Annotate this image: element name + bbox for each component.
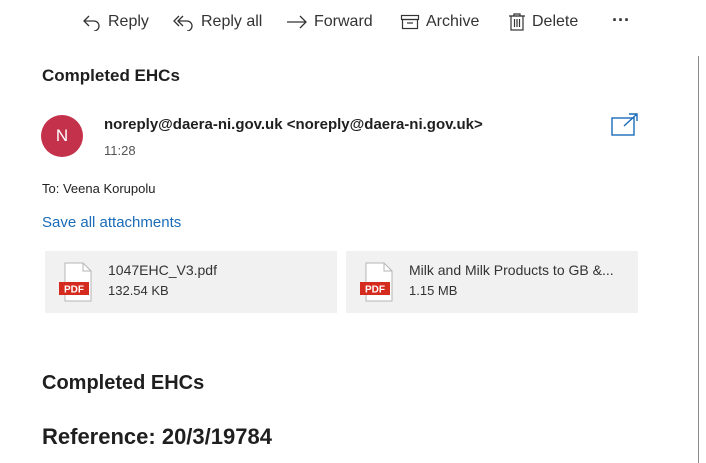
reply-label: Reply: [108, 13, 149, 30]
open-in-new-window-button[interactable]: [610, 113, 640, 142]
archive-icon: [400, 14, 420, 30]
reference-heading: Reference: 20/3/19784: [42, 424, 272, 449]
to-label: To:: [42, 181, 60, 196]
save-all-attachments-link[interactable]: Save all attachments: [42, 214, 181, 231]
forward-button[interactable]: Forward: [286, 10, 373, 34]
attachment-name: Milk and Milk Products to GB &...: [409, 262, 614, 278]
pdf-file-icon: PDF: [57, 262, 97, 307]
delete-label: Delete: [532, 13, 579, 30]
popout-icon: [611, 113, 638, 136]
body-heading: Completed EHCs: [42, 372, 205, 394]
reply-all-label: Reply all: [201, 13, 263, 30]
sender-avatar[interactable]: N: [41, 115, 83, 157]
pdf-badge-text: PDF: [365, 285, 385, 296]
attachment-name: 1047EHC_V3.pdf: [108, 262, 217, 278]
pdf-file-icon: PDF: [358, 262, 398, 307]
attachment-size: 132.54 KB: [108, 283, 169, 298]
attachment-size: 1.15 MB: [409, 283, 458, 298]
email-subject: Completed EHCs: [42, 66, 180, 85]
archive-button[interactable]: Archive: [400, 10, 479, 34]
archive-label: Archive: [426, 13, 480, 30]
attachment-card[interactable]: PDF 1047EHC_V3.pdf 132.54 KB: [45, 251, 337, 313]
sender-address[interactable]: noreply@daera-ni.gov.uk <noreply@daera-n…: [104, 116, 483, 133]
attachment-card[interactable]: PDF Milk and Milk Products to GB &... 1.…: [346, 251, 638, 313]
recipient-name[interactable]: Veena Korupolu: [63, 181, 156, 196]
reply-all-icon: [173, 15, 193, 31]
delete-button[interactable]: Delete: [508, 10, 578, 34]
pane-divider: [698, 56, 699, 463]
reply-button[interactable]: Reply: [82, 10, 149, 34]
trash-icon: [509, 13, 525, 31]
to-line: To: Veena Korupolu: [42, 181, 156, 196]
reply-icon: [83, 15, 100, 31]
received-time: 11:28: [104, 143, 136, 158]
avatar-initial: N: [55, 126, 69, 145]
more-actions-button[interactable]: ···: [612, 8, 630, 32]
reply-all-button[interactable]: Reply all: [173, 10, 262, 34]
forward-label: Forward: [314, 13, 373, 30]
forward-arrow-icon: [287, 15, 307, 29]
more-icon: ···: [612, 9, 630, 30]
pdf-badge-text: PDF: [64, 285, 84, 296]
message-toolbar: Reply Reply all Forward Archive Delete ·…: [0, 0, 706, 44]
